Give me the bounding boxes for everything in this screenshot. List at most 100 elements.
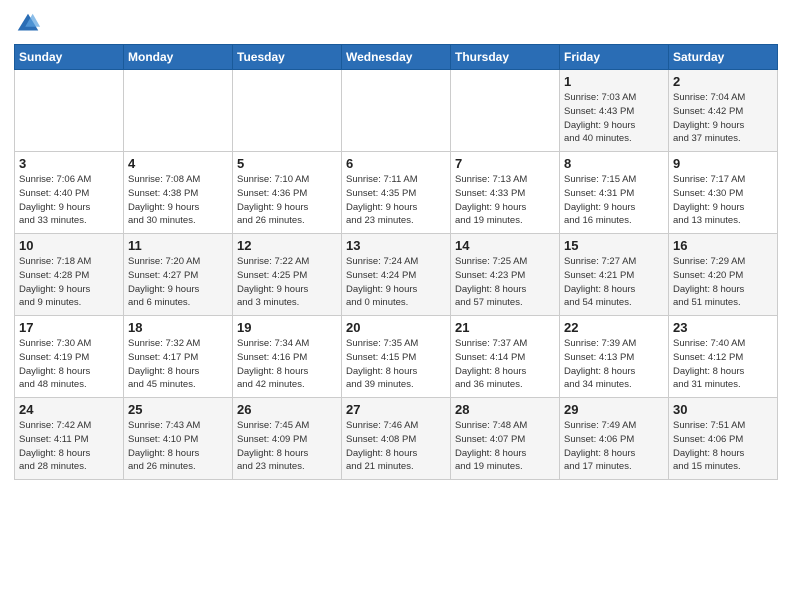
logo xyxy=(14,10,44,38)
day-cell: 22 Sunrise: 7:39 AM Sunset: 4:13 PM Dayli… xyxy=(560,316,669,398)
day-info: Sunrise: 7:42 AM Sunset: 4:11 PM Dayligh… xyxy=(19,419,119,474)
day-info: Sunrise: 7:27 AM Sunset: 4:21 PM Dayligh… xyxy=(564,255,664,310)
day-cell xyxy=(451,70,560,152)
day-info: Sunrise: 7:39 AM Sunset: 4:13 PM Dayligh… xyxy=(564,337,664,392)
day-info: Sunrise: 7:20 AM Sunset: 4:27 PM Dayligh… xyxy=(128,255,228,310)
day-info: Sunrise: 7:13 AM Sunset: 4:33 PM Dayligh… xyxy=(455,173,555,228)
day-cell: 6 Sunrise: 7:11 AM Sunset: 4:35 PM Daylig… xyxy=(342,152,451,234)
day-cell xyxy=(233,70,342,152)
day-info: Sunrise: 7:32 AM Sunset: 4:17 PM Dayligh… xyxy=(128,337,228,392)
col-header-friday: Friday xyxy=(560,45,669,70)
day-cell: 26 Sunrise: 7:45 AM Sunset: 4:09 PM Dayli… xyxy=(233,398,342,480)
day-number: 29 xyxy=(564,402,664,417)
day-number: 19 xyxy=(237,320,337,335)
day-cell: 18 Sunrise: 7:32 AM Sunset: 4:17 PM Dayli… xyxy=(124,316,233,398)
day-info: Sunrise: 7:18 AM Sunset: 4:28 PM Dayligh… xyxy=(19,255,119,310)
day-number: 22 xyxy=(564,320,664,335)
day-number: 28 xyxy=(455,402,555,417)
calendar-table: SundayMondayTuesdayWednesdayThursdayFrid… xyxy=(14,44,778,480)
day-cell: 11 Sunrise: 7:20 AM Sunset: 4:27 PM Dayli… xyxy=(124,234,233,316)
day-number: 26 xyxy=(237,402,337,417)
day-number: 25 xyxy=(128,402,228,417)
logo-icon xyxy=(14,10,42,38)
day-number: 9 xyxy=(673,156,773,171)
col-header-thursday: Thursday xyxy=(451,45,560,70)
day-number: 27 xyxy=(346,402,446,417)
day-number: 21 xyxy=(455,320,555,335)
day-number: 8 xyxy=(564,156,664,171)
day-cell: 25 Sunrise: 7:43 AM Sunset: 4:10 PM Dayli… xyxy=(124,398,233,480)
day-number: 11 xyxy=(128,238,228,253)
day-number: 18 xyxy=(128,320,228,335)
week-row-3: 17 Sunrise: 7:30 AM Sunset: 4:19 PM Dayli… xyxy=(15,316,778,398)
day-cell: 27 Sunrise: 7:46 AM Sunset: 4:08 PM Dayli… xyxy=(342,398,451,480)
day-info: Sunrise: 7:25 AM Sunset: 4:23 PM Dayligh… xyxy=(455,255,555,310)
day-info: Sunrise: 7:15 AM Sunset: 4:31 PM Dayligh… xyxy=(564,173,664,228)
col-header-sunday: Sunday xyxy=(15,45,124,70)
day-cell: 2 Sunrise: 7:04 AM Sunset: 4:42 PM Daylig… xyxy=(669,70,778,152)
header-row: SundayMondayTuesdayWednesdayThursdayFrid… xyxy=(15,45,778,70)
day-info: Sunrise: 7:48 AM Sunset: 4:07 PM Dayligh… xyxy=(455,419,555,474)
day-number: 2 xyxy=(673,74,773,89)
day-cell: 17 Sunrise: 7:30 AM Sunset: 4:19 PM Dayli… xyxy=(15,316,124,398)
day-info: Sunrise: 7:51 AM Sunset: 4:06 PM Dayligh… xyxy=(673,419,773,474)
day-cell: 4Sunrise: 7:08 AM Sunset: 4:38 PM Daylig… xyxy=(124,152,233,234)
day-info: Sunrise: 7:22 AM Sunset: 4:25 PM Dayligh… xyxy=(237,255,337,310)
col-header-wednesday: Wednesday xyxy=(342,45,451,70)
day-cell: 10 Sunrise: 7:18 AM Sunset: 4:28 PM Dayli… xyxy=(15,234,124,316)
day-number: 10 xyxy=(19,238,119,253)
day-info: Sunrise: 7:46 AM Sunset: 4:08 PM Dayligh… xyxy=(346,419,446,474)
day-cell: 28 Sunrise: 7:48 AM Sunset: 4:07 PM Dayli… xyxy=(451,398,560,480)
day-number: 24 xyxy=(19,402,119,417)
day-cell: 8 Sunrise: 7:15 AM Sunset: 4:31 PM Daylig… xyxy=(560,152,669,234)
day-info: Sunrise: 7:06 AM Sunset: 4:40 PM Dayligh… xyxy=(19,173,119,228)
day-cell: 9 Sunrise: 7:17 AM Sunset: 4:30 PM Daylig… xyxy=(669,152,778,234)
day-cell: 1 Sunrise: 7:03 AM Sunset: 4:43 PM Daylig… xyxy=(560,70,669,152)
day-cell: 14 Sunrise: 7:25 AM Sunset: 4:23 PM Dayli… xyxy=(451,234,560,316)
day-info: Sunrise: 7:40 AM Sunset: 4:12 PM Dayligh… xyxy=(673,337,773,392)
day-info: Sunrise: 7:17 AM Sunset: 4:30 PM Dayligh… xyxy=(673,173,773,228)
day-info: Sunrise: 7:30 AM Sunset: 4:19 PM Dayligh… xyxy=(19,337,119,392)
day-cell: 29 Sunrise: 7:49 AM Sunset: 4:06 PM Dayli… xyxy=(560,398,669,480)
day-info: Sunrise: 7:45 AM Sunset: 4:09 PM Dayligh… xyxy=(237,419,337,474)
day-cell: 30 Sunrise: 7:51 AM Sunset: 4:06 PM Dayli… xyxy=(669,398,778,480)
day-cell: 19 Sunrise: 7:34 AM Sunset: 4:16 PM Dayli… xyxy=(233,316,342,398)
day-cell: 5Sunrise: 7:10 AM Sunset: 4:36 PM Daylig… xyxy=(233,152,342,234)
day-info: Sunrise: 7:11 AM Sunset: 4:35 PM Dayligh… xyxy=(346,173,446,228)
col-header-saturday: Saturday xyxy=(669,45,778,70)
day-info: Sunrise: 7:34 AM Sunset: 4:16 PM Dayligh… xyxy=(237,337,337,392)
day-cell xyxy=(15,70,124,152)
day-number: 13 xyxy=(346,238,446,253)
day-cell: 23Sunrise: 7:40 AM Sunset: 4:12 PM Dayli… xyxy=(669,316,778,398)
page: SundayMondayTuesdayWednesdayThursdayFrid… xyxy=(0,0,792,486)
col-header-monday: Monday xyxy=(124,45,233,70)
day-number: 17 xyxy=(19,320,119,335)
day-info: Sunrise: 7:24 AM Sunset: 4:24 PM Dayligh… xyxy=(346,255,446,310)
day-info: Sunrise: 7:04 AM Sunset: 4:42 PM Dayligh… xyxy=(673,91,773,146)
day-number: 5 xyxy=(237,156,337,171)
day-cell: 7Sunrise: 7:13 AM Sunset: 4:33 PM Daylig… xyxy=(451,152,560,234)
day-number: 30 xyxy=(673,402,773,417)
day-info: Sunrise: 7:49 AM Sunset: 4:06 PM Dayligh… xyxy=(564,419,664,474)
day-cell: 12Sunrise: 7:22 AM Sunset: 4:25 PM Dayli… xyxy=(233,234,342,316)
day-info: Sunrise: 7:37 AM Sunset: 4:14 PM Dayligh… xyxy=(455,337,555,392)
week-row-0: 1 Sunrise: 7:03 AM Sunset: 4:43 PM Daylig… xyxy=(15,70,778,152)
week-row-4: 24 Sunrise: 7:42 AM Sunset: 4:11 PM Dayli… xyxy=(15,398,778,480)
day-info: Sunrise: 7:03 AM Sunset: 4:43 PM Dayligh… xyxy=(564,91,664,146)
header xyxy=(14,10,778,38)
day-number: 16 xyxy=(673,238,773,253)
day-number: 1 xyxy=(564,74,664,89)
col-header-tuesday: Tuesday xyxy=(233,45,342,70)
day-info: Sunrise: 7:43 AM Sunset: 4:10 PM Dayligh… xyxy=(128,419,228,474)
day-cell: 20Sunrise: 7:35 AM Sunset: 4:15 PM Dayli… xyxy=(342,316,451,398)
day-number: 3 xyxy=(19,156,119,171)
day-number: 14 xyxy=(455,238,555,253)
day-info: Sunrise: 7:35 AM Sunset: 4:15 PM Dayligh… xyxy=(346,337,446,392)
day-number: 6 xyxy=(346,156,446,171)
day-number: 15 xyxy=(564,238,664,253)
day-cell xyxy=(124,70,233,152)
day-info: Sunrise: 7:29 AM Sunset: 4:20 PM Dayligh… xyxy=(673,255,773,310)
week-row-2: 10 Sunrise: 7:18 AM Sunset: 4:28 PM Dayli… xyxy=(15,234,778,316)
day-cell: 13 Sunrise: 7:24 AM Sunset: 4:24 PM Dayli… xyxy=(342,234,451,316)
day-cell: 15 Sunrise: 7:27 AM Sunset: 4:21 PM Dayli… xyxy=(560,234,669,316)
